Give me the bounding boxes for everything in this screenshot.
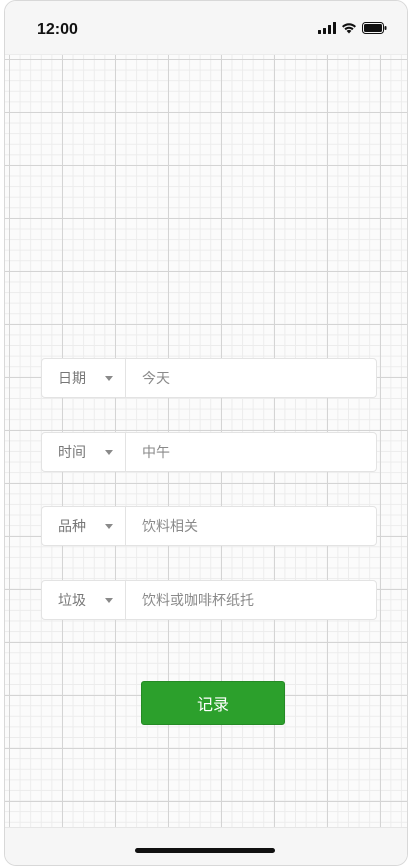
- home-bar-area: [5, 827, 407, 865]
- garbage-input[interactable]: 饮料或咖啡杯纸托: [126, 590, 376, 610]
- phone-frame: 12:00 日期 今天 时间 中午 品种 饮料相关 垃圾 饮料或咖啡杯纸托 记录: [4, 0, 408, 866]
- date-field: 日期 今天: [41, 358, 377, 398]
- time-select[interactable]: 时间: [42, 433, 126, 471]
- caret-down-icon: [105, 376, 113, 381]
- garbage-field: 垃圾 饮料或咖啡杯纸托: [41, 580, 377, 620]
- date-select[interactable]: 日期: [42, 359, 126, 397]
- status-time: 12:00: [37, 21, 78, 38]
- caret-down-icon: [105, 450, 113, 455]
- status-icons: [318, 22, 387, 34]
- record-button[interactable]: 记录: [141, 681, 285, 725]
- wifi-icon: [342, 23, 356, 34]
- time-label: 时间: [58, 445, 86, 461]
- time-field: 时间 中午: [41, 432, 377, 472]
- date-label: 日期: [58, 371, 86, 387]
- category-select[interactable]: 品种: [42, 507, 126, 545]
- home-indicator[interactable]: [135, 848, 275, 853]
- garbage-label: 垃圾: [58, 593, 86, 609]
- category-field: 品种 饮料相关: [41, 506, 377, 546]
- battery-icon: [362, 22, 387, 34]
- caret-down-icon: [105, 524, 113, 529]
- signal-icon: [318, 22, 336, 34]
- time-input[interactable]: 中午: [126, 442, 376, 462]
- date-input[interactable]: 今天: [126, 368, 376, 388]
- garbage-select[interactable]: 垃圾: [42, 581, 126, 619]
- status-bar: 12:00: [5, 1, 407, 55]
- category-input[interactable]: 饮料相关: [126, 516, 376, 536]
- category-label: 品种: [58, 519, 86, 535]
- caret-down-icon: [105, 598, 113, 603]
